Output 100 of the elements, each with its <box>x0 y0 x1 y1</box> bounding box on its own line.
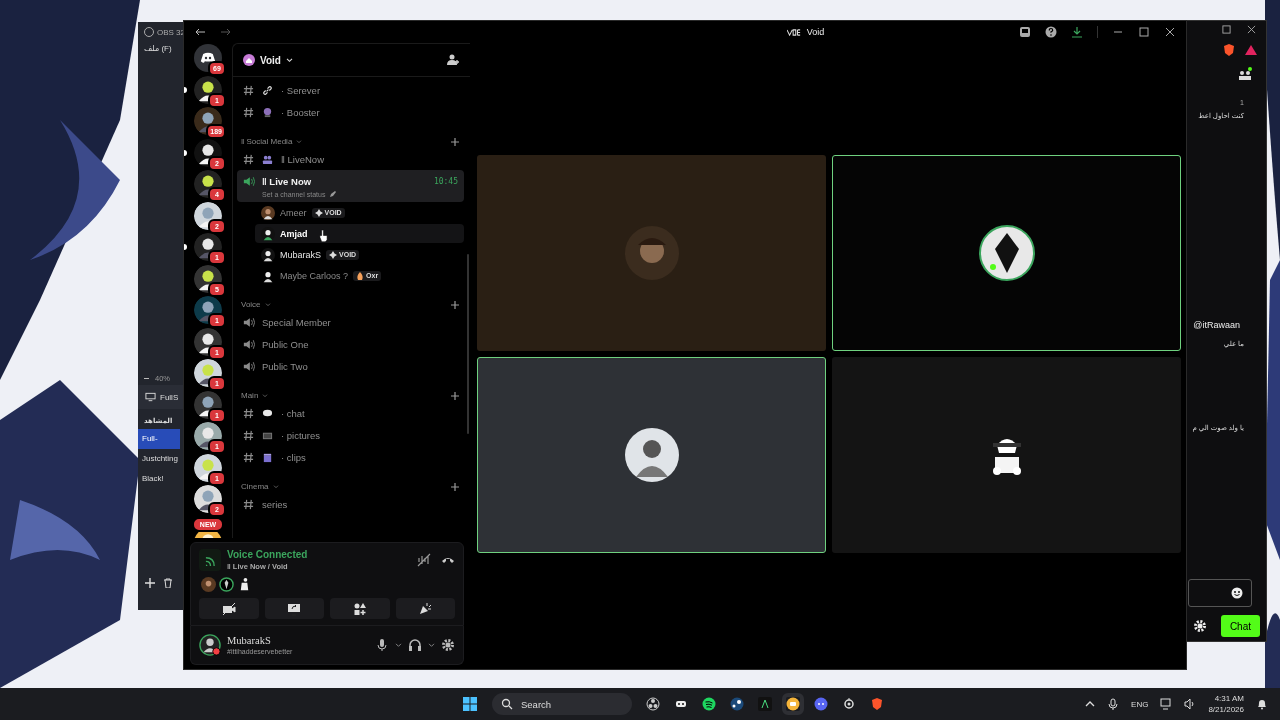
video-tile[interactable] <box>477 357 826 553</box>
username: MubarakS <box>227 635 272 646</box>
headphones-icon[interactable] <box>408 638 422 652</box>
hash-icon <box>243 84 254 96</box>
maximize-icon[interactable] <box>1222 25 1231 34</box>
voice-channel[interactable]: Special Member <box>237 311 464 333</box>
close-icon[interactable] <box>1247 25 1256 34</box>
terminal-icon[interactable] <box>758 697 772 711</box>
hash-icon <box>243 429 254 441</box>
clapperboard-icon <box>262 451 273 463</box>
download-icon[interactable] <box>1071 26 1083 38</box>
screen-share-button[interactable] <box>264 598 324 619</box>
add-icon[interactable] <box>450 390 460 401</box>
trash-icon[interactable] <box>163 578 173 588</box>
triangle-icon[interactable] <box>1244 43 1258 57</box>
hash-icon <box>243 106 254 118</box>
settings-icon[interactable] <box>441 638 455 652</box>
start-icon[interactable] <box>462 696 478 712</box>
target-icon[interactable] <box>842 697 856 711</box>
chat-input[interactable] <box>1188 579 1252 607</box>
add-icon[interactable] <box>450 481 460 492</box>
voice-channel[interactable]: Public Two <box>237 355 464 377</box>
add-icon[interactable] <box>450 136 460 147</box>
maximize-icon[interactable] <box>1138 26 1150 38</box>
network-icon[interactable] <box>1160 698 1173 710</box>
monitor-icon <box>145 392 156 402</box>
server-name[interactable]: Void <box>260 54 281 66</box>
flame-icon <box>356 271 365 280</box>
text-channel[interactable]: series <box>237 493 464 515</box>
inbox-icon[interactable] <box>1019 26 1031 38</box>
speaker-icon <box>243 316 255 328</box>
signal-icon <box>199 549 221 571</box>
scene-item[interactable]: Full- <box>138 429 180 449</box>
emoji-icon[interactable] <box>1231 587 1243 599</box>
language-indicator[interactable]: ENG <box>1131 699 1149 709</box>
notification-icon[interactable] <box>1256 698 1268 710</box>
soundboard-button[interactable] <box>395 598 455 619</box>
people-icon <box>262 153 273 165</box>
noise-suppression-icon[interactable] <box>417 553 431 567</box>
text-channel[interactable]: · clips <box>237 446 464 468</box>
text-channel[interactable]: · chat <box>237 402 464 424</box>
call-timer: 10:45 <box>433 176 458 186</box>
category-header[interactable]: ‖ Social Media <box>241 137 293 146</box>
activities-button[interactable] <box>330 598 390 619</box>
text-channel[interactable]: · Booster <box>237 101 464 123</box>
forward-icon[interactable] <box>220 26 232 38</box>
logo-icon <box>786 28 801 36</box>
text-channel[interactable]: · Serever <box>237 79 464 101</box>
clock[interactable]: 4:31 AM 8/21/2026 <box>1208 694 1244 714</box>
close-icon[interactable] <box>1164 26 1176 38</box>
scene-item[interactable]: Black! <box>138 469 180 489</box>
discord-icon[interactable] <box>814 697 828 711</box>
voice-member[interactable]: Amjad <box>255 224 464 243</box>
lion-icon[interactable] <box>870 697 884 711</box>
chat-button[interactable]: Chat <box>1220 615 1260 637</box>
hand-cursor-icon <box>319 229 328 242</box>
speaker-icon <box>243 338 255 350</box>
speech-bubble-icon <box>262 407 273 419</box>
chevron-up-icon[interactable] <box>1085 699 1096 709</box>
menu-item[interactable]: ملف (F) <box>138 42 172 53</box>
search-icon <box>501 698 513 710</box>
video-tile[interactable] <box>832 357 1181 553</box>
category-header[interactable]: Voice <box>241 300 261 309</box>
hash-icon <box>243 153 254 165</box>
text-channel[interactable]: · pictures <box>237 424 464 446</box>
user-avatar[interactable] <box>199 634 221 656</box>
sparkle-icon <box>314 208 323 217</box>
hash-icon <box>243 451 254 463</box>
lion-icon[interactable] <box>1222 43 1236 57</box>
add-icon[interactable] <box>450 299 460 310</box>
hash-icon <box>243 498 254 510</box>
back-icon[interactable] <box>194 26 206 38</box>
shapes-icon <box>352 601 367 616</box>
window-title: Void <box>806 27 825 37</box>
camera-off-button[interactable] <box>199 598 259 619</box>
microphone-icon[interactable] <box>1107 698 1120 710</box>
category-header[interactable]: Cinema <box>241 482 269 491</box>
connection-status[interactable]: Voice Connected <box>227 549 308 560</box>
help-icon[interactable] <box>1045 26 1057 38</box>
volume-icon[interactable] <box>1184 698 1197 710</box>
voice-channel[interactable]: Public One <box>237 333 464 355</box>
add-member-icon[interactable] <box>446 53 460 67</box>
video-tile[interactable] <box>832 155 1181 351</box>
speaker-icon <box>243 175 255 187</box>
speaker-icon <box>243 360 255 372</box>
video-tile[interactable] <box>477 155 826 351</box>
username: @itRawaan <box>1193 320 1240 330</box>
game-launcher-icon[interactable] <box>730 697 744 711</box>
link-icon <box>262 84 273 96</box>
search-field[interactable]: Search <box>492 693 632 715</box>
music-app-icon[interactable] <box>702 697 716 711</box>
camera-off-icon <box>221 601 236 616</box>
home-button[interactable] <box>194 44 222 72</box>
obs-icon[interactable] <box>646 697 660 711</box>
microphone-icon[interactable] <box>375 638 389 652</box>
category-header[interactable]: Main <box>241 391 259 400</box>
text-channel[interactable]: ‖ LiveNow <box>237 148 464 170</box>
pencil-icon[interactable] <box>329 190 338 198</box>
people-icon[interactable] <box>1238 67 1252 81</box>
scene-item[interactable]: Justchting <box>138 449 183 469</box>
